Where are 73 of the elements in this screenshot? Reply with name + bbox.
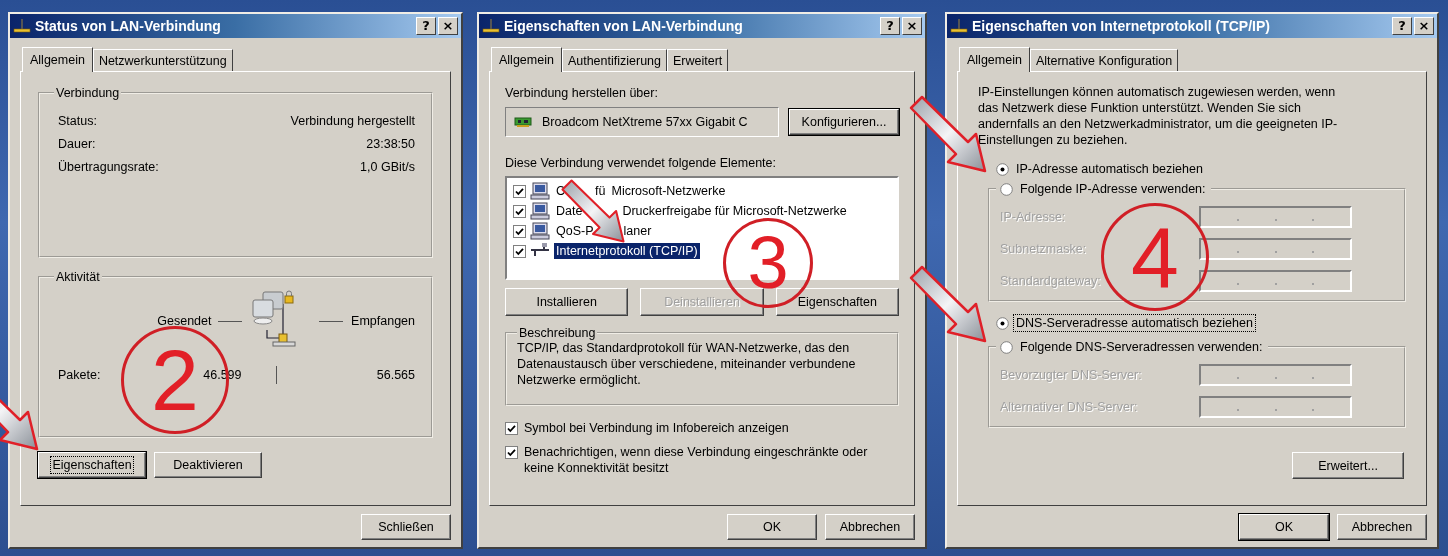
field-label: Status: bbox=[58, 114, 98, 128]
checkbox[interactable] bbox=[513, 244, 526, 258]
radio-label: Folgende IP-Adresse verwenden: bbox=[1019, 182, 1207, 196]
checkbox[interactable] bbox=[505, 446, 518, 459]
radio-button[interactable] bbox=[996, 162, 1009, 176]
group-label: Beschreibung bbox=[518, 326, 597, 340]
install-button[interactable]: Installieren bbox=[505, 288, 629, 316]
properties-button[interactable]: Eigenschaften bbox=[38, 452, 146, 478]
tab[interactable]: Authentifizierung bbox=[561, 49, 667, 71]
checkbox-label: Benachrichtigen, wenn diese Verbindung eingeschränkte oder keine Konnektivität besitzt bbox=[524, 444, 869, 476]
help-button[interactable]: ? bbox=[1392, 17, 1412, 35]
properties-button[interactable]: Eigenschaften bbox=[775, 288, 899, 316]
step-number: 4 bbox=[1101, 203, 1209, 311]
list-item[interactable]: Date Druckerfreigabe für Microsoft-Netzwerke bbox=[554, 203, 849, 219]
help-button[interactable]: ? bbox=[880, 17, 900, 35]
field-value: Verbindung hergestellt bbox=[290, 114, 415, 128]
list-item[interactable]: QoS-P laner bbox=[554, 223, 654, 239]
help-button[interactable]: ? bbox=[416, 17, 436, 35]
network-icon bbox=[482, 18, 500, 34]
tab[interactable]: Allgemein bbox=[22, 47, 93, 72]
radio-button[interactable] bbox=[996, 316, 1009, 330]
checkbox[interactable] bbox=[513, 224, 526, 238]
field-value: 1,0 GBit/s bbox=[359, 160, 415, 174]
group-label: Verbindung bbox=[55, 86, 121, 100]
field-value: 23:38:50 bbox=[365, 137, 415, 151]
tab[interactable]: Netzwerkunterstützung bbox=[92, 49, 233, 71]
window-title: Eigenschaften von LAN-Verbindung bbox=[504, 18, 744, 34]
radio-label: DNS-Serveradresse automatisch beziehen bbox=[1015, 316, 1254, 330]
window-title: Eigenschaften von Internetprotokoll (TCP/IP) bbox=[972, 18, 1271, 34]
configure-button[interactable]: Konfigurieren... bbox=[789, 109, 899, 135]
packets-received: 56.565 bbox=[375, 368, 415, 382]
cancel-button[interactable]: Abbrechen bbox=[825, 514, 915, 540]
window-title: Status von LAN-Verbindung bbox=[35, 18, 222, 34]
radio-button[interactable] bbox=[1000, 340, 1013, 354]
description-text: TCP/IP, das Standardprotokoll für WAN-Netzwerke, das den Datenaustausch über verschiedene, miteinander verbundene Netzwerke ermöglicht. bbox=[517, 340, 857, 388]
network-card-icon bbox=[514, 116, 532, 128]
field-label: Übertragungsrate: bbox=[58, 160, 160, 174]
connect-via-label: Verbindung herstellen über: bbox=[505, 86, 659, 100]
cancel-button[interactable]: Abbrechen bbox=[1337, 514, 1427, 540]
sent-label: Gesendet bbox=[157, 314, 212, 328]
close-button[interactable]: × bbox=[902, 17, 922, 35]
field-label: Dauer: bbox=[58, 137, 97, 151]
disable-button[interactable]: Deaktivieren bbox=[154, 452, 262, 478]
checkbox-label: Symbol bei Verbindung im Infobereich anzeigen bbox=[524, 420, 789, 436]
ok-button[interactable]: OK bbox=[727, 514, 817, 540]
network-icon bbox=[13, 18, 31, 34]
computer-icon bbox=[530, 202, 550, 220]
adapter-name: Broadcom NetXtreme 57xx Gigabit C bbox=[542, 115, 748, 129]
packets-label: Pakete: bbox=[58, 368, 102, 382]
computer-icon bbox=[530, 222, 550, 240]
close-dialog-button[interactable]: Schließen bbox=[361, 514, 451, 540]
tab[interactable]: Allgemein bbox=[959, 47, 1030, 72]
tab[interactable]: Erweitert bbox=[667, 49, 729, 71]
radio-button[interactable] bbox=[1000, 182, 1013, 196]
components-label: Diese Verbindung verwendet folgende Elemente: bbox=[505, 156, 777, 170]
checkbox[interactable] bbox=[513, 204, 526, 218]
checkbox[interactable] bbox=[505, 422, 518, 435]
tab[interactable]: Alternative Konfiguration bbox=[1029, 49, 1179, 71]
radio-label: Folgende DNS-Serveradressen verwenden: bbox=[1019, 340, 1264, 354]
network-icon bbox=[950, 18, 968, 34]
list-item[interactable]: C fü Microsoft-Netzwerke bbox=[554, 183, 728, 199]
intro-text: IP-Einstellungen können automatisch zugewiesen werden, wenn das Netzwerk diese Funktion unterstützt. Wenden Sie sich andernfalls an den Netzwerkadministrator, um die geeigneten IP-Einstellungen zu beziehen. bbox=[978, 84, 1339, 148]
close-button[interactable]: × bbox=[438, 17, 458, 35]
radio-label: IP-Adresse automatisch beziehen bbox=[1015, 162, 1204, 176]
close-button[interactable]: × bbox=[1414, 17, 1434, 35]
group-label: Aktivität bbox=[55, 270, 101, 284]
received-label: Empfangen bbox=[351, 314, 415, 328]
computer-icon bbox=[530, 182, 550, 200]
checkbox[interactable] bbox=[513, 184, 526, 198]
tab[interactable]: Allgemein bbox=[491, 47, 562, 72]
advanced-button[interactable]: Erweitert... bbox=[1292, 452, 1404, 479]
list-item[interactable]: Internetprotokoll (TCP/IP) bbox=[554, 243, 700, 259]
ok-button[interactable]: OK bbox=[1239, 514, 1329, 540]
